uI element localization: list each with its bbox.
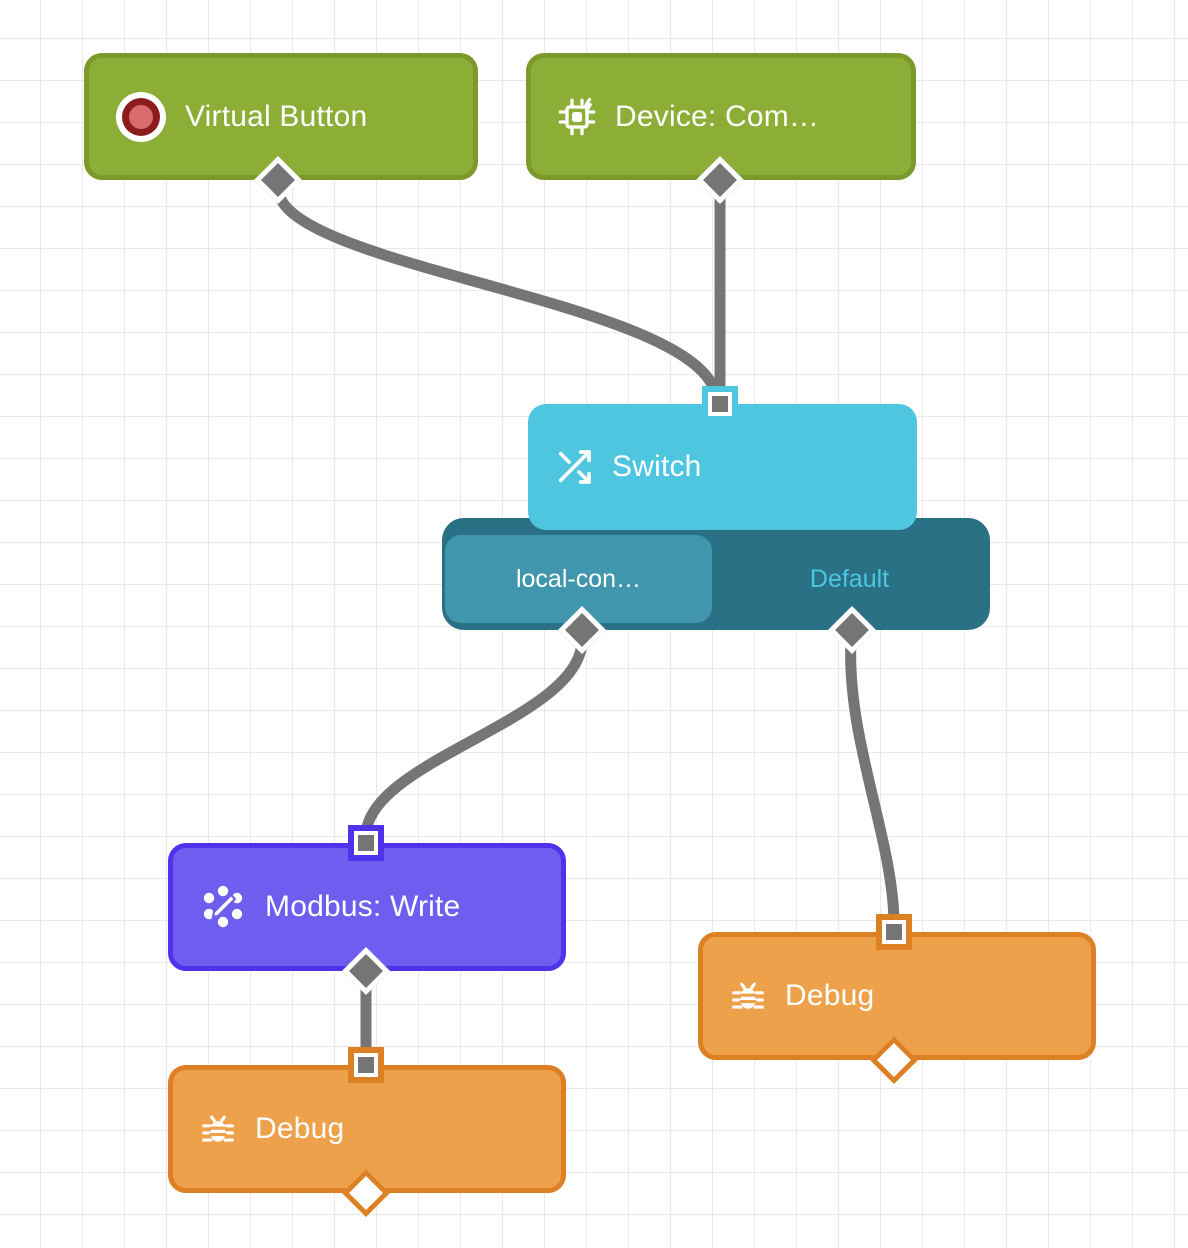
node-label-modbus-write: Modbus: Write [265, 890, 461, 923]
port-in-debug-left[interactable] [348, 1047, 384, 1083]
port-in-switch[interactable] [702, 386, 738, 422]
flow-canvas[interactable]: Virtual Button Device: Com… Switch local… [0, 0, 1188, 1248]
edge-virtual-button-to-switch [272, 182, 722, 402]
node-switch[interactable]: Switch [528, 404, 917, 530]
bug-icon [729, 977, 767, 1015]
switch-branch-label-local-context: local-con… [515, 564, 642, 593]
network-edit-icon [199, 883, 247, 931]
node-label-debug-left: Debug [255, 1112, 345, 1145]
edge-switch-local-to-modbus [360, 634, 588, 842]
port-in-debug-right[interactable] [876, 914, 912, 950]
switch-branch-label-default: Default [809, 564, 890, 593]
edge-switch-default-to-debug [845, 634, 900, 931]
node-label-debug-right: Debug [785, 979, 875, 1012]
port-in-modbus-write[interactable] [348, 825, 384, 861]
node-label-device-com: Device: Com… [615, 99, 820, 133]
node-label-virtual-button: Virtual Button [185, 99, 368, 133]
shuffle-icon [554, 447, 594, 487]
record-button-icon [115, 91, 167, 143]
node-label-switch: Switch [612, 450, 702, 483]
bug-icon [199, 1110, 237, 1148]
cpu-chip-bolt-icon [557, 97, 597, 137]
